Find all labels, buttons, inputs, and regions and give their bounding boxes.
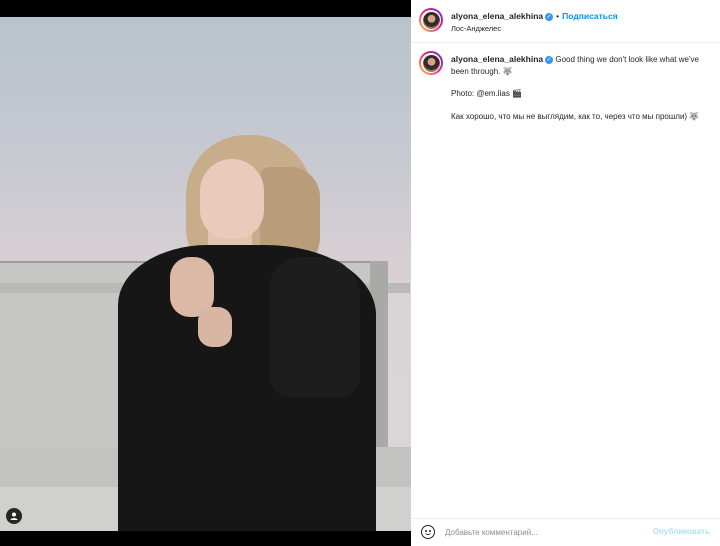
dot-separator: • <box>556 11 560 21</box>
publish-comment-button[interactable]: Опубликовать <box>653 527 710 536</box>
coat-shoulder <box>270 257 360 397</box>
verified-badge-icon: ✓ <box>545 12 554 21</box>
comment-input[interactable] <box>445 525 645 539</box>
follow-button[interactable]: Подписаться <box>562 11 618 21</box>
comment-bar: Опубликовать <box>411 518 720 546</box>
caption-text-ru: Как хорошо, что мы не выглядим, как то, … <box>451 111 700 121</box>
header-author-line: alyona_elena_alekhina ✓ • Подписаться <box>451 11 618 21</box>
face <box>200 159 264 239</box>
location-link[interactable]: Лос-Анджелес <box>451 24 501 33</box>
caption-author-avatar[interactable] <box>419 51 443 75</box>
tagged-user-icon[interactable] <box>6 508 22 524</box>
caption-username[interactable]: alyona_elena_alekhina <box>451 54 543 64</box>
photo-credit: Photo: @em.lias 🎬 <box>451 89 522 98</box>
post-photo[interactable] <box>0 17 411 531</box>
author-avatar[interactable] <box>419 8 443 32</box>
post-caption: alyona_elena_alekhina ✓ Good thing we don… <box>451 54 709 133</box>
hand-lower <box>198 307 232 347</box>
post-header: alyona_elena_alekhina ✓ • Подписаться Лос-А… <box>411 0 720 43</box>
caption-verified-badge-icon: ✓ <box>545 55 554 64</box>
smiley-face-icon[interactable] <box>421 525 435 539</box>
photo-area <box>0 0 411 546</box>
author-username[interactable]: alyona_elena_alekhina <box>451 11 543 21</box>
user-silhouette-icon <box>10 512 18 520</box>
instagram-post-viewer: alyona_elena_alekhina ✓ • Подписаться Лос-А… <box>0 0 720 546</box>
post-side-panel: alyona_elena_alekhina ✓ • Подписаться Лос-А… <box>411 0 720 546</box>
